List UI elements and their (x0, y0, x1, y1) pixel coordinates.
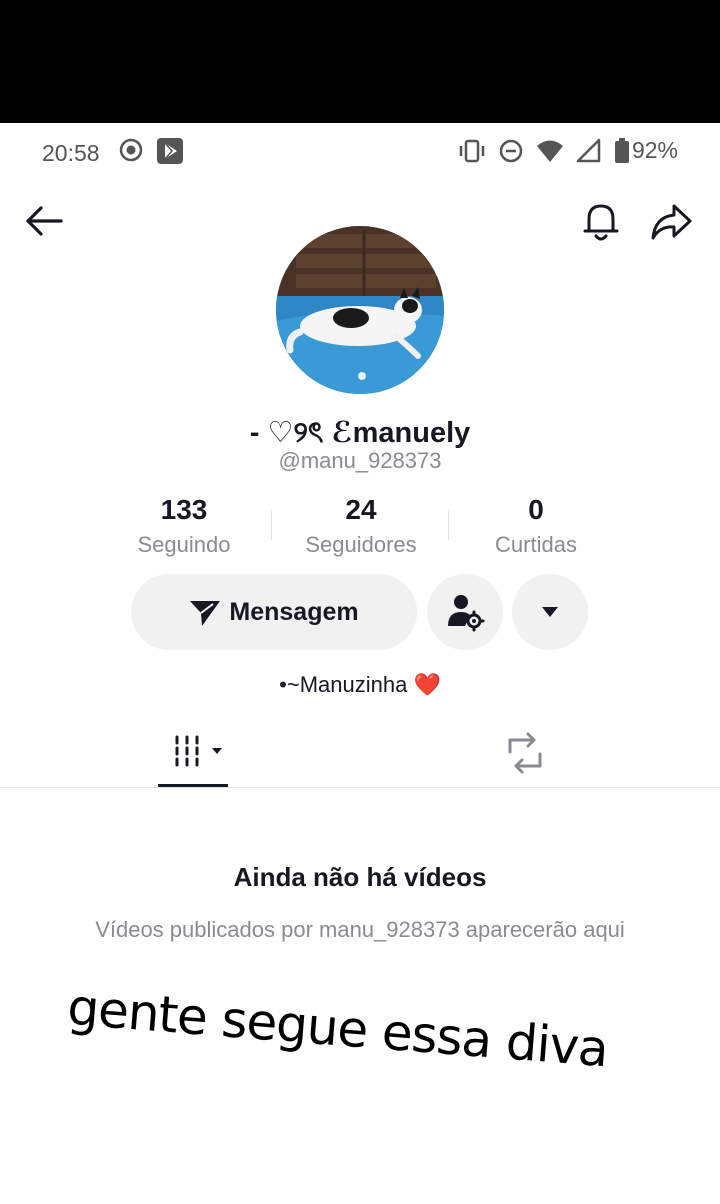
stat-followers[interactable]: 24 Seguidores (271, 494, 451, 558)
stat-followers-label: Seguidores (305, 532, 417, 557)
username: @manu_928373 (278, 448, 442, 473)
avatar[interactable] (276, 226, 444, 394)
video-grid-icon (175, 735, 222, 767)
user-settings-button[interactable] (427, 574, 503, 650)
caret-down-icon (542, 607, 558, 617)
stat-following-label: Seguindo (137, 532, 231, 557)
avatar-cat-photo (276, 226, 444, 394)
status-left-icons (118, 137, 184, 165)
send-icon (190, 601, 221, 626)
screen-record-icon (119, 138, 143, 162)
message-button-label: Mensagem (229, 597, 359, 626)
tabs-divider (0, 787, 720, 788)
bell-icon[interactable] (580, 200, 622, 244)
more-dropdown-button[interactable] (512, 574, 588, 650)
share-icon[interactable] (648, 200, 694, 244)
stat-followers-value: 24 (345, 494, 377, 525)
signal-icon (576, 138, 601, 162)
play-store-icon (157, 138, 183, 164)
bio-text: •~Manuzinha ❤️ (279, 672, 441, 697)
battery-percent: 92% (631, 137, 678, 163)
overlay-caption: gente segue essa diva (65, 978, 610, 1079)
status-right-icons: 92% (458, 137, 678, 164)
top-black-bar (0, 0, 720, 123)
vibrate-icon (459, 139, 485, 162)
stat-likes[interactable]: 0 Curtidas (446, 494, 626, 558)
tab-videos[interactable] (158, 728, 228, 786)
status-time: 20:58 (42, 140, 100, 166)
stat-following[interactable]: 133 Seguindo (94, 494, 274, 558)
tab-reposts[interactable] (500, 728, 550, 778)
stat-following-value: 133 (160, 494, 208, 525)
battery-icon (614, 137, 629, 163)
repost-icon (508, 732, 542, 774)
dnd-icon (499, 139, 523, 162)
stat-likes-value: 0 (528, 494, 544, 525)
stat-likes-label: Curtidas (495, 532, 577, 557)
empty-state-description: Vídeos publicados por manu_928373 aparec… (95, 917, 625, 942)
empty-state-title: Ainda não há vídeos (233, 862, 487, 892)
message-button[interactable]: Mensagem (131, 574, 417, 650)
wifi-icon (536, 140, 563, 162)
back-arrow-icon[interactable] (24, 201, 64, 241)
user-gear-icon (448, 595, 485, 632)
